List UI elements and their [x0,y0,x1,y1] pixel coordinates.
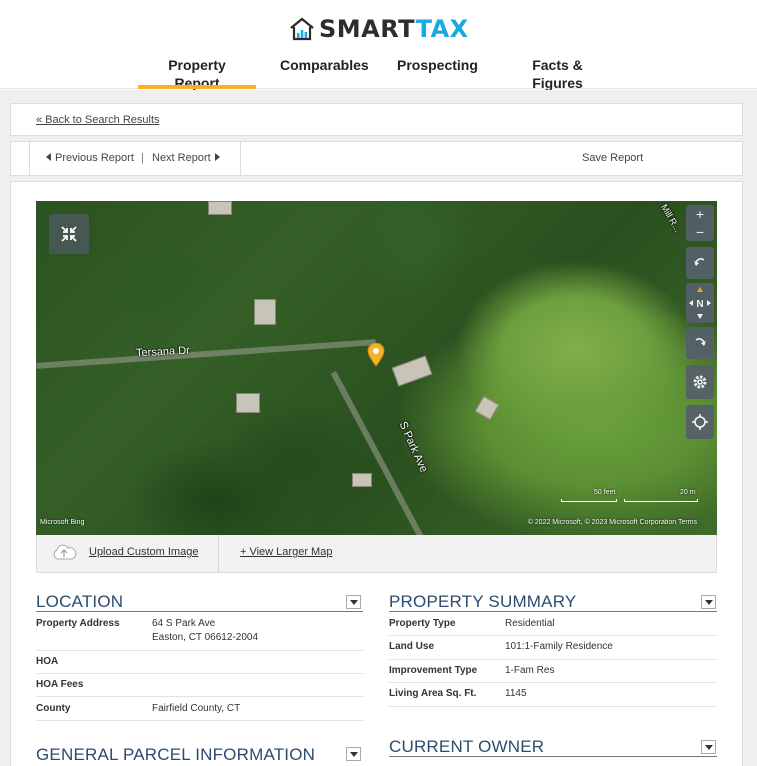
land-use-value: 101:1-Family Residence [505,641,613,652]
tab-facts-figures[interactable]: Facts & Figures [507,56,608,91]
upload-custom-image-button[interactable]: Upload Custom Image [51,544,198,560]
map-building [254,299,276,325]
location-toggle-button[interactable] [346,595,361,609]
address-line1: 64 S Park Ave [152,618,216,629]
hoa-fees-label: HOA Fees [36,679,84,690]
map-building [208,201,232,215]
section-underline [389,611,717,612]
gear-icon [693,375,707,389]
street-label: S Park Ave [396,419,430,475]
cloud-upload-icon [53,544,77,560]
street-label: Mill R... [659,202,683,234]
address-line2: Easton, CT 06612-2004 [152,632,259,643]
rotate-left-button[interactable] [686,247,714,279]
compass-icon: N [689,287,711,319]
rotate-right-icon [695,338,706,346]
map-building [236,393,260,413]
owner-toggle-button[interactable] [701,740,716,754]
next-report-label: Next Report [152,152,211,164]
property-summary-heading: PROPERTY SUMMARY [389,592,577,611]
report-navigation: Previous Report | Next Report Save Repor… [10,141,743,176]
map-copyright[interactable]: © 2022 Microsoft, © 2023 Microsoft Corpo… [528,519,697,526]
hoa-label: HOA [36,656,59,667]
row-divider [389,682,717,683]
location-heading: LOCATION [36,592,124,611]
tab-property-report[interactable]: Property Report [138,56,256,91]
main-nav: Property Report Comparables Prospecting … [0,56,757,91]
row-divider [36,673,363,674]
map-building [352,473,372,487]
living-area-label: Living Area Sq. Ft. [389,688,477,699]
brand-name: SMARTTAX [319,15,469,43]
scale-bar-feet [561,499,617,502]
locate-me-button[interactable] [686,405,714,439]
map-road [330,371,440,535]
view-larger-map-link[interactable]: + View Larger Map [240,546,332,558]
smarttax-logo[interactable]: SMARTTAX [289,15,469,43]
row-divider [389,659,717,660]
tab-comparables[interactable]: Comparables [280,56,369,89]
row-divider [389,706,717,707]
crosshair-icon [692,414,708,430]
property-type-label: Property Type [389,618,456,629]
compass-button[interactable]: N [686,283,714,323]
back-to-search-link[interactable]: « Back to Search Results [36,114,160,126]
zoom-control: + − [686,205,714,241]
row-divider [389,635,717,636]
scale-bar-meters [624,499,698,502]
collapse-map-button[interactable] [49,214,89,254]
map-settings-button[interactable] [686,365,714,399]
location-pin-icon[interactable] [367,343,385,367]
county-label: County [36,703,71,714]
property-type-value: Residential [505,618,555,629]
house-chart-icon [290,17,314,41]
previous-report-label: Previous Report [55,152,134,164]
current-owner-heading: CURRENT OWNER [389,737,545,756]
divider [240,142,241,175]
caret-right-icon [214,153,220,161]
app-header: SMARTTAX Property Report Comparables Pro… [0,0,757,91]
collapse-icon [61,226,77,242]
section-underline [389,756,717,757]
rotate-left-icon [694,258,705,266]
save-report-button[interactable]: Save Report [582,152,643,164]
map-building [474,395,500,421]
row-divider [36,696,363,697]
upload-label: Upload Custom Image [89,546,199,558]
parcel-toggle-button[interactable] [346,747,361,761]
map-footer: Upload Custom Image + View Larger Map [36,535,717,573]
map-building [391,355,433,387]
map-road [36,339,376,369]
row-divider [36,720,363,721]
zoom-out-button[interactable]: − [686,223,714,241]
scale-feet-label: 50 feet [594,489,616,496]
row-divider [36,650,363,651]
improvement-type-label: Improvement Type [389,665,478,676]
satellite-map[interactable]: Tersana Dr S Park Ave Mill R... + − N 50… [36,201,717,535]
rotate-right-button[interactable] [686,327,714,359]
zoom-in-button[interactable]: + [686,205,714,223]
summary-toggle-button[interactable] [701,595,716,609]
divider [29,142,30,175]
separator: | [141,152,144,164]
previous-report-link[interactable]: Previous Report [46,152,134,164]
address-label: Property Address [36,618,120,629]
svg-text:N: N [696,299,703,310]
parcel-info-heading: GENERAL PARCEL INFORMATION [36,745,316,764]
caret-left-icon [46,153,51,161]
land-use-label: Land Use [389,641,435,652]
improvement-type-value: 1-Fam Res [505,665,555,676]
tab-prospecting[interactable]: Prospecting [397,56,478,89]
living-area-value: 1145 [505,688,527,699]
section-underline [36,611,363,612]
divider [218,535,219,573]
scale-meters-label: 20 m [680,489,696,496]
bing-attribution: Microsoft Bing [40,519,85,526]
next-report-link[interactable]: Next Report [152,152,220,164]
county-value: Fairfield County, CT [152,703,241,714]
